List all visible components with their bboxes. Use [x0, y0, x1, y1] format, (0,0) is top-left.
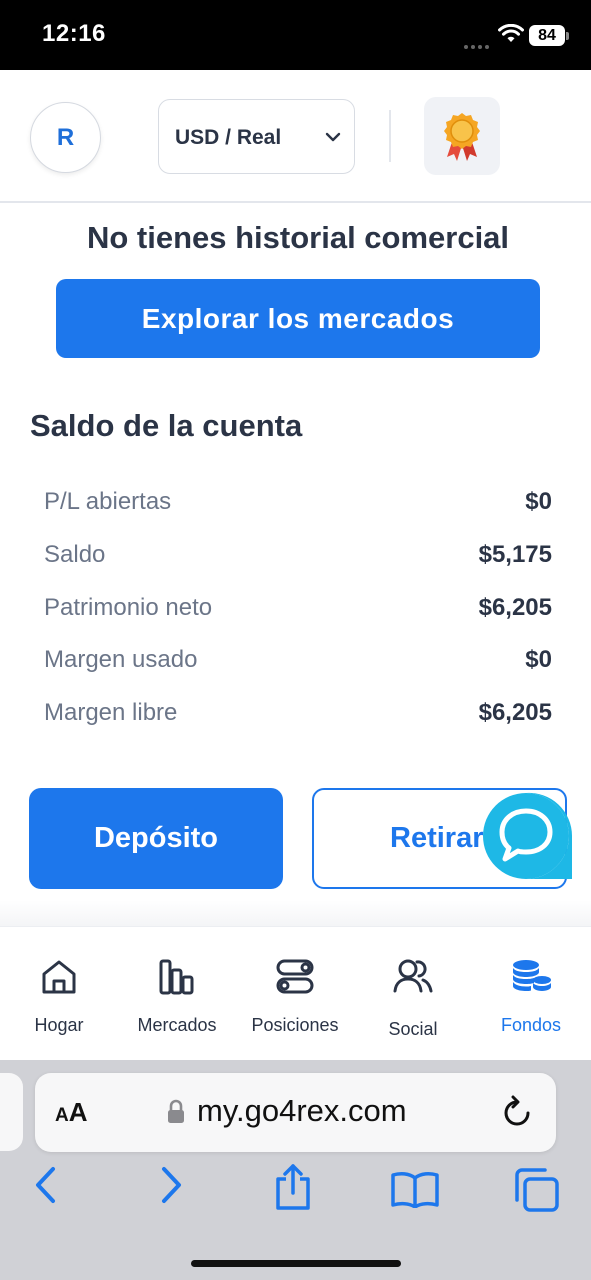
- balance-section-title: Saldo de la cuenta: [30, 408, 303, 443]
- balance-value: $5,175: [478, 541, 552, 568]
- explore-markets-button[interactable]: Explorar los mercados: [56, 279, 540, 358]
- balance-label: Margen usado: [44, 646, 198, 673]
- balance-value: $6,205: [478, 699, 552, 726]
- balance-row-free-margin: Margen libre $6,205: [44, 693, 552, 733]
- balance-label: Saldo: [44, 541, 106, 568]
- address-bar[interactable]: AA my.go4rex.com: [35, 1073, 556, 1152]
- nav-item-social[interactable]: Social: [354, 927, 472, 1061]
- balance-label: P/L abiertas: [44, 488, 172, 515]
- nav-item-funds[interactable]: Fondos: [472, 927, 590, 1061]
- back-arrow-icon[interactable]: [31, 1163, 59, 1207]
- battery-tip: [566, 32, 569, 40]
- avatar[interactable]: R: [30, 102, 101, 173]
- reload-icon[interactable]: [501, 1095, 533, 1129]
- balance-label: Patrimonio neto: [44, 594, 213, 621]
- battery-indicator: 84: [529, 25, 565, 46]
- chevron-down-icon: [325, 132, 341, 142]
- browser-chrome: AA my.go4rex.com: [0, 1060, 591, 1280]
- nav-item-home[interactable]: Hogar: [0, 927, 118, 1061]
- home-icon: [42, 960, 76, 994]
- bar-chart-icon: [159, 959, 194, 995]
- chat-bubble-icon[interactable]: [481, 791, 572, 881]
- lock-icon: [168, 1099, 184, 1123]
- nav-label: Hogar: [34, 1015, 84, 1035]
- share-icon[interactable]: [272, 1163, 314, 1211]
- text-size-button[interactable]: AA: [55, 1097, 88, 1128]
- status-time: 12:16: [42, 20, 106, 47]
- tabs-icon[interactable]: [512, 1167, 560, 1213]
- toggles-icon: [276, 959, 314, 994]
- account-selector[interactable]: USD / Real: [158, 99, 355, 174]
- nav-label: Mercados: [137, 1015, 217, 1035]
- home-indicator: [191, 1260, 401, 1267]
- forward-arrow-icon[interactable]: [158, 1163, 186, 1207]
- award-medal-icon: [444, 113, 480, 161]
- signal-dots-icon: [464, 36, 492, 54]
- nav-item-markets[interactable]: Mercados: [118, 927, 236, 1061]
- balance-value: $0: [525, 488, 552, 515]
- app-header: R USD / Real: [0, 70, 591, 203]
- wifi-icon: [498, 24, 524, 42]
- balance-row-open-pl: P/L abiertas $0: [44, 482, 552, 522]
- coins-stack-icon: [513, 960, 551, 991]
- nav-item-positions[interactable]: Posiciones: [236, 927, 354, 1061]
- status-bar: 12:16 84: [0, 0, 591, 70]
- bottom-nav: Hogar Mercados Posiciones Social Fondos: [0, 926, 591, 1060]
- achievements-button[interactable]: [424, 97, 500, 175]
- previous-tab-preview[interactable]: [0, 1073, 23, 1151]
- account-selector-label: USD / Real: [175, 126, 282, 149]
- balance-row-equity: Patrimonio neto $6,205: [44, 588, 552, 628]
- users-icon: [393, 959, 433, 993]
- header-divider: [389, 110, 391, 162]
- balance-row-used-margin: Margen usado $0: [44, 640, 552, 680]
- balance-row-balance: Saldo $5,175: [44, 535, 552, 575]
- nav-label: Fondos: [500, 1015, 562, 1035]
- empty-history-message: No tienes historial comercial: [86, 220, 510, 255]
- balance-value: $0: [525, 646, 552, 673]
- url-text: my.go4rex.com: [197, 1093, 407, 1128]
- deposit-button[interactable]: Depósito: [29, 788, 283, 889]
- balance-label: Margen libre: [44, 699, 178, 726]
- content-fade: [0, 900, 591, 928]
- nav-label: Social: [388, 1019, 438, 1039]
- bookmarks-icon[interactable]: [390, 1170, 440, 1208]
- balance-value: $6,205: [478, 594, 552, 621]
- nav-label: Posiciones: [251, 1015, 339, 1035]
